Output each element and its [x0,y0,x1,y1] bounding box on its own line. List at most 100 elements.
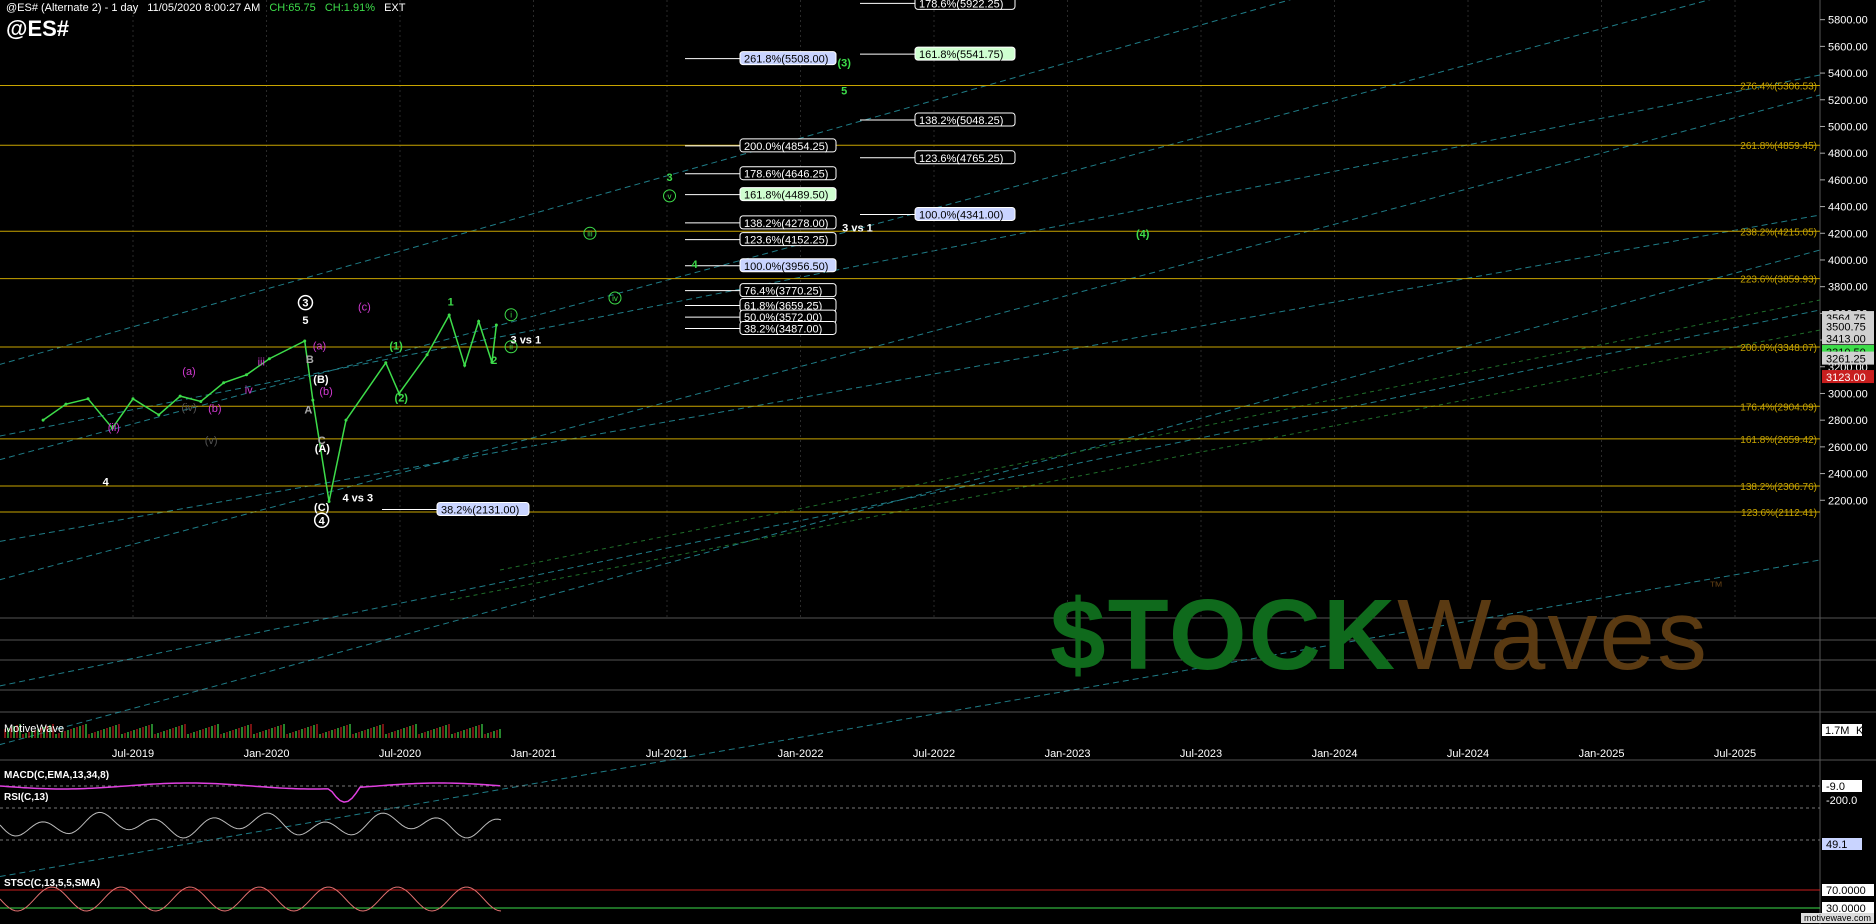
x-tick-label: Jul-2020 [379,748,421,760]
volume-bar [91,733,93,738]
price-point [131,397,135,401]
price-point [311,398,315,402]
fib-level-label: 261.8%(4859.45) [1740,141,1817,152]
y-tick-label: 2200.00 [1828,495,1868,507]
volume-bar [334,729,336,738]
volume-bar [322,733,324,738]
volume-bar [163,731,165,738]
volume-bar [94,732,96,738]
price-point [244,373,248,377]
session-label: EXT [384,2,406,14]
y-tick-label: 2800.00 [1828,415,1868,427]
volume-bar [409,726,411,738]
wave-label: 5 [841,85,847,97]
volume-bar [115,725,117,738]
volume-bar [205,728,207,738]
volume-bar [130,731,132,738]
wave-label: 3 vs 1 [511,334,542,346]
volume-bar [103,729,105,738]
volume-bar [397,730,399,738]
volume-bar [154,734,156,738]
price-point [447,313,451,317]
volume-bar [196,731,198,738]
y-tick-label: 5200.00 [1828,95,1868,107]
volume-bar [388,733,390,738]
wave-label: (a) [313,340,326,352]
volume-bar [235,729,237,738]
x-tick-label: Jul-2025 [1714,748,1756,760]
y-tick-label: 4600.00 [1828,175,1868,187]
stockwaves-watermark: $TOCKWaves™ [1050,578,1725,693]
volume-bar [442,726,444,738]
fib-box-low-label: 38.2%(2131.00) [441,504,519,516]
volume-bar [85,724,87,738]
volume-bar [79,726,81,738]
fib-level-label: 138.2%(2306.76) [1740,482,1817,493]
fib-box-left-label: 38.2%(3487.00) [744,323,822,335]
chart-datetime: 11/05/2020 8:00:27 AM [147,2,261,14]
fib-level-label: 238.2%(4215.05) [1740,227,1817,238]
price-point [494,323,498,327]
wave-circle-label: 3 [302,298,308,310]
volume-bar [82,725,84,738]
price-point [384,361,388,365]
symbol-label: @ES# [6,16,70,41]
volume-bar [139,728,141,738]
volume-bar [292,732,294,738]
macd-value: -200.0 [1826,795,1857,807]
volume-bar [280,725,282,738]
price-point [267,357,271,361]
axis-price-label: 3123.00 [1826,372,1866,384]
volume-bar [325,732,327,738]
x-tick-label: Jan-2020 [244,748,290,760]
volume-bar [88,734,90,738]
wave-label: (4) [1136,228,1150,240]
volume-bar [145,726,147,738]
fib-level-label: 223.6%(3859.93) [1740,275,1817,286]
volume-bar [277,726,279,738]
wave-circle-label: 4 [319,515,326,527]
volume-bar [226,732,228,738]
volume-bar [208,727,210,738]
fib-box-right-label: 123.6%(4765.25) [919,153,1003,165]
volume-bar [349,724,351,738]
fib-level-label: 276.4%(5306.53) [1740,82,1817,93]
volume-bar [169,729,171,738]
chart-canvas: Jul-2019 Jan-2020 Jul-2020 Jan-2021 Jul-2021… [0,0,1876,924]
volume-bar [370,728,372,738]
fib-box-left-label: 161.8%(4489.50) [744,190,828,202]
volume-bar [418,734,420,738]
watermark-tm: ™ [1709,578,1726,594]
volume-bar [187,734,189,738]
macd-label: MACD(C,EMA,13,34,8) [4,770,110,781]
volume-bar [457,732,459,738]
wave-label: (b) [319,386,332,398]
fib-box-right-label: 138.2%(5048.25) [919,115,1003,127]
volume-bar [328,731,330,738]
volume-bar [421,733,423,738]
y-tick-label: 5400.00 [1828,68,1868,80]
volume-bar [217,724,219,738]
fib-box-left-label: 261.8%(5508.00) [744,54,828,66]
background [0,0,1876,924]
volume-bar [271,728,273,738]
wave-label: (C) [314,502,330,514]
macd-value: -9.0 [1826,781,1845,793]
volume-bar [214,725,216,738]
fib-box-left-label: 76.4%(3770.25) [744,286,822,298]
price-point [425,353,429,357]
volume-bar [415,724,417,738]
y-tick-label: 4400.00 [1828,202,1868,214]
wave-label: iv [245,384,253,396]
x-tick-label: Jan-2021 [511,748,557,760]
stsc-upper-value: 70.0000 [1826,885,1866,897]
volume-bar [268,729,270,738]
volume-bar [373,727,375,738]
volume-bar [286,734,288,738]
price-point [463,363,467,367]
volume-bar [454,733,456,738]
volume-bar [109,727,111,738]
volume-bar [202,729,204,738]
wave-label: (c) [358,302,371,314]
price-change: CH:65.75 [269,2,316,14]
